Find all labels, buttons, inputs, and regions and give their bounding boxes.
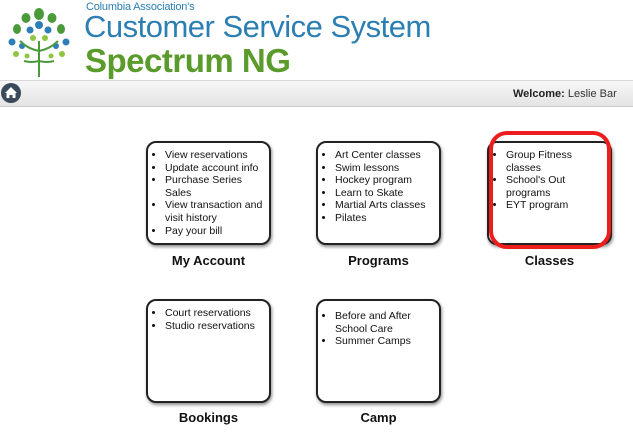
bookings-list: Court reservations Studio reservations: [155, 307, 264, 332]
my-account-list: View reservations Update account info Pu…: [155, 149, 264, 237]
welcome-label: Welcome:: [513, 88, 565, 100]
list-item[interactable]: View reservations: [165, 149, 264, 162]
list-item[interactable]: Purchase Series Sales: [165, 174, 264, 199]
list-item[interactable]: Studio reservations: [165, 320, 264, 333]
welcome-message: Welcome: Leslie Bar: [513, 88, 617, 100]
camp-card[interactable]: Before and After School Care Summer Camp…: [316, 299, 441, 403]
programs-card[interactable]: Art Center classes Swim lessons Hockey p…: [316, 141, 441, 245]
list-item[interactable]: Art Center classes: [335, 149, 434, 162]
list-item[interactable]: View transaction and visit history: [165, 199, 264, 224]
home-button[interactable]: [1, 83, 21, 103]
programs-list: Art Center classes Swim lessons Hockey p…: [325, 149, 434, 225]
list-item[interactable]: Pilates: [335, 212, 434, 225]
my-account-card[interactable]: View reservations Update account info Pu…: [146, 141, 271, 245]
classes-label[interactable]: Classes: [487, 253, 612, 268]
columbia-association-logo: [8, 8, 70, 77]
list-item[interactable]: Summer Camps: [335, 335, 434, 348]
my-account-label[interactable]: My Account: [146, 253, 271, 268]
app-title: Customer Service System: [84, 9, 431, 44]
list-item[interactable]: Update account info: [165, 162, 264, 175]
list-item[interactable]: Learn to Skate: [335, 187, 434, 200]
list-item[interactable]: Before and After School Care: [335, 310, 434, 335]
bookings-card[interactable]: Court reservations Studio reservations: [146, 299, 271, 403]
list-item[interactable]: Court reservations: [165, 307, 264, 320]
classes-highlight-frame: [489, 131, 611, 249]
list-item[interactable]: Pay your bill: [165, 225, 264, 238]
header: Columbia Association's Customer Service …: [0, 0, 633, 80]
list-item[interactable]: Hockey program: [335, 174, 434, 187]
list-item[interactable]: Swim lessons: [335, 162, 434, 175]
app-subtitle: Spectrum NG: [85, 42, 291, 79]
welcome-user: Leslie Bar: [567, 88, 617, 100]
camp-label[interactable]: Camp: [316, 410, 441, 425]
list-item[interactable]: Martial Arts classes: [335, 199, 434, 212]
programs-label[interactable]: Programs: [316, 253, 441, 268]
home-icon: [5, 87, 17, 98]
bookings-label[interactable]: Bookings: [146, 410, 271, 425]
camp-list: Before and After School Care Summer Camp…: [325, 310, 434, 348]
